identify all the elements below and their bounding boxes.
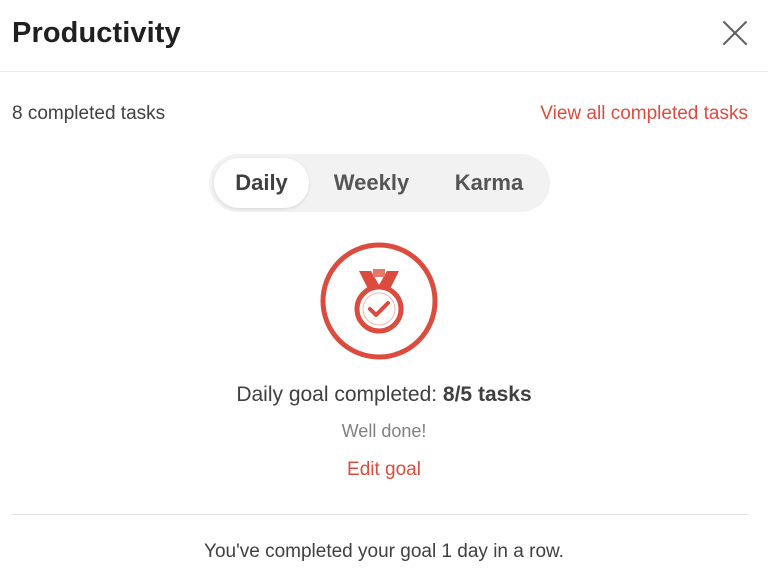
medal-check-icon: [320, 242, 438, 360]
header: Productivity: [0, 0, 768, 72]
close-icon: [723, 21, 747, 45]
close-button[interactable]: [718, 16, 752, 50]
streak-text: You've completed your goal 1 day in a ro…: [204, 541, 564, 562]
divider: [12, 514, 748, 515]
view-all-completed-link[interactable]: View all completed tasks: [540, 100, 748, 128]
tab-daily[interactable]: Daily: [214, 158, 309, 208]
edit-goal-container: Edit goal: [0, 456, 768, 485]
goal-status-prefix: Daily goal completed:: [236, 383, 443, 406]
daily-goal-status: Daily goal completed: 8/5 tasks: [0, 380, 768, 410]
edit-goal-link[interactable]: Edit goal: [347, 459, 421, 480]
completed-count: 8 completed tasks: [12, 103, 166, 124]
tab-weekly[interactable]: Weekly: [319, 158, 424, 208]
period-tabs: Daily Weekly Karma: [209, 154, 550, 212]
tab-karma[interactable]: Karma: [434, 158, 544, 208]
goal-progress-ring: [319, 241, 439, 361]
goal-message: Well done!: [341, 421, 427, 441]
summary-row: 8 completed tasks View all completed tas…: [12, 100, 748, 128]
goal-status-value: 8/5 tasks: [442, 383, 532, 406]
page-title: Productivity: [12, 17, 181, 49]
